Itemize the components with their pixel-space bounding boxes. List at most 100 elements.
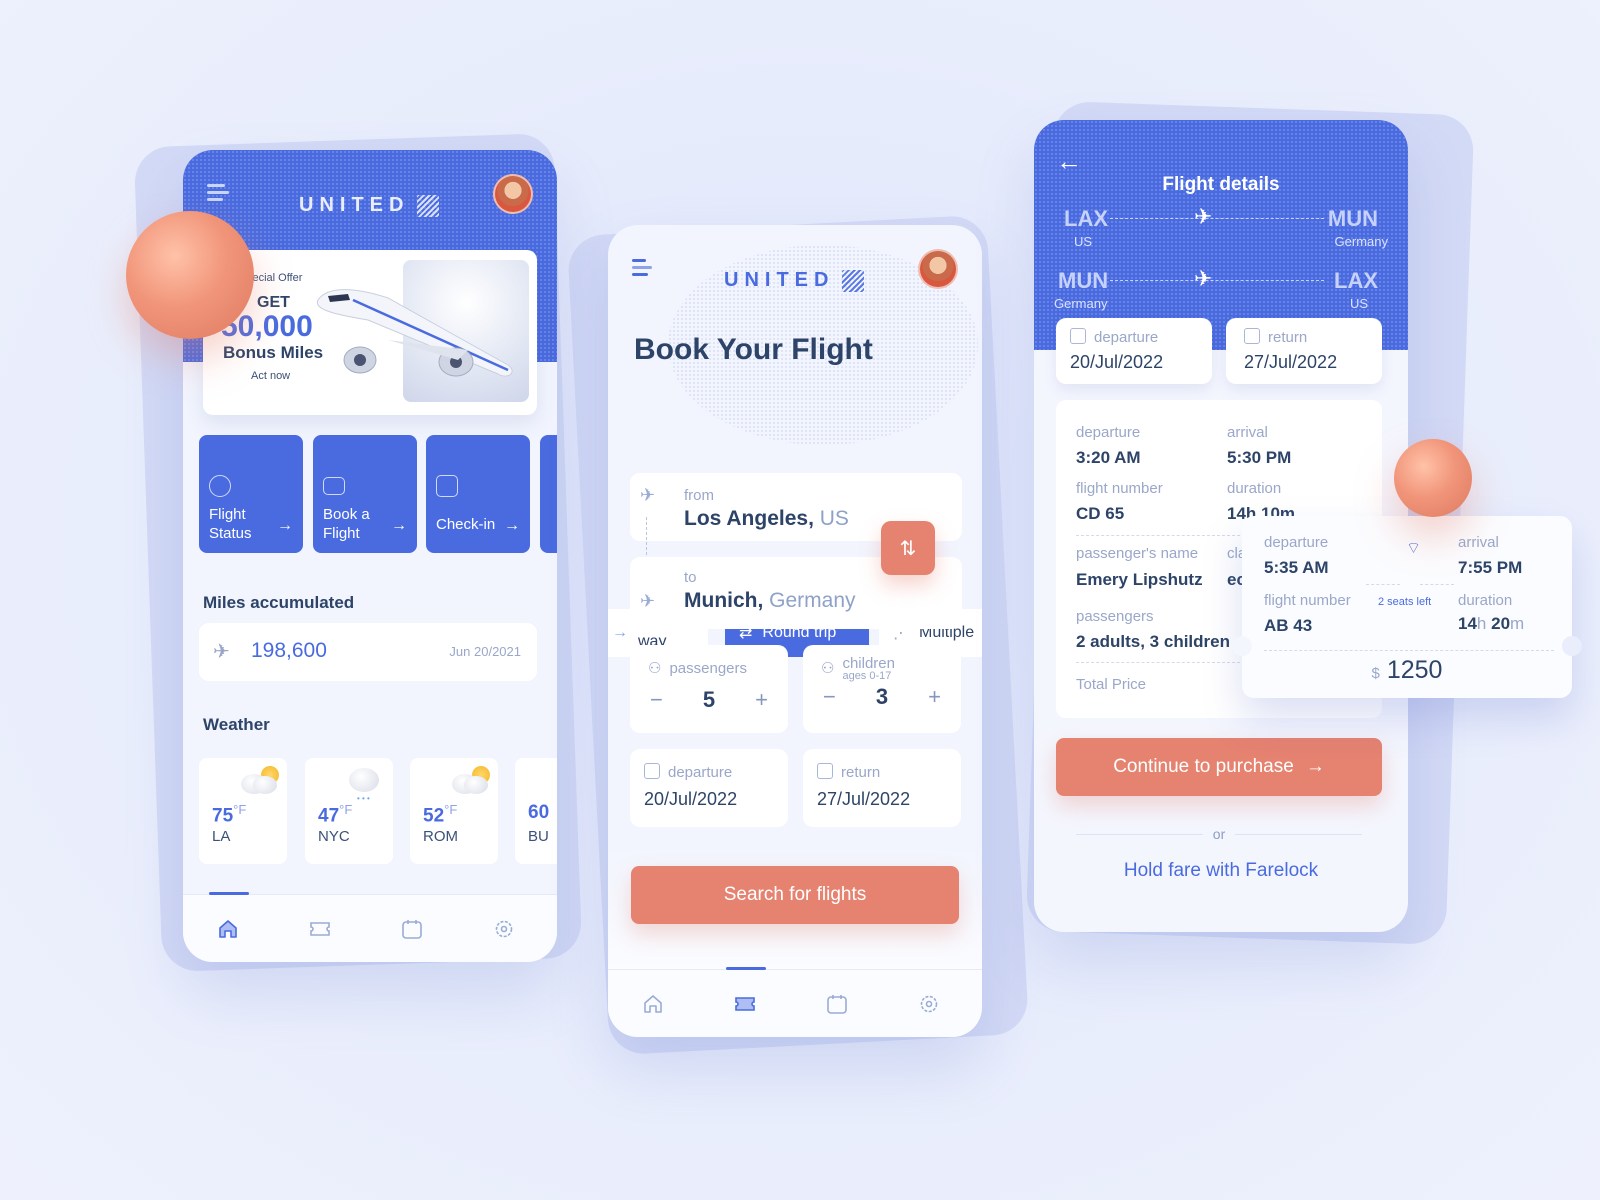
continue-to-purchase-button[interactable]: Continue to purchase → bbox=[1056, 738, 1382, 796]
origin-country: Germany bbox=[1054, 296, 1108, 311]
stepper: − 5 + bbox=[630, 687, 788, 713]
alt-flight-ticket[interactable]: departure 5:35 AM ⌔ arrival 7:55 PM flig… bbox=[1232, 516, 1582, 698]
weather-card[interactable]: • • • 47°F NYC bbox=[305, 758, 393, 864]
booking-screen: UNITED Book Your Flight →One-way ⇄Round … bbox=[608, 225, 982, 1037]
increment-button[interactable]: + bbox=[755, 687, 768, 713]
tile-label-line1: Book a bbox=[323, 506, 370, 523]
miles-card[interactable]: ✈ 198,600 Jun 20/2021 bbox=[199, 623, 537, 681]
decorative-sphere bbox=[1394, 439, 1472, 517]
or-divider: or bbox=[1076, 826, 1363, 842]
return-date-field[interactable]: return 27/Jul/2022 bbox=[1226, 318, 1382, 384]
home-icon[interactable] bbox=[641, 992, 665, 1016]
calendar-icon bbox=[817, 763, 833, 779]
route-return: MUN Germany ✈ LAX US bbox=[1054, 266, 1388, 316]
search-flights-button[interactable]: Search for flights bbox=[631, 866, 959, 924]
duration-value: 14h 20m bbox=[1458, 614, 1524, 634]
weather-temp: 47°F bbox=[318, 802, 352, 827]
return-date-field[interactable]: return 27/Jul/2022 bbox=[803, 749, 961, 827]
active-indicator bbox=[726, 967, 766, 970]
swap-locations-button[interactable]: ⇅ bbox=[881, 521, 935, 575]
decorative-sphere bbox=[126, 211, 254, 339]
airplane-icon: ✈ bbox=[1194, 266, 1213, 291]
temp-value: 52 bbox=[423, 805, 445, 827]
ticket-icon[interactable] bbox=[308, 917, 332, 941]
airplane-icon: ✈ bbox=[1194, 204, 1213, 229]
children-sublabel: ages 0-17 bbox=[842, 670, 892, 682]
or-label: or bbox=[1212, 826, 1226, 842]
passengers-value: 5 bbox=[702, 687, 716, 712]
partly-sunny-icon bbox=[450, 766, 490, 796]
passengers-stepper: ⚇ passengers − 5 + bbox=[630, 645, 788, 733]
home-icon[interactable] bbox=[216, 917, 240, 941]
back-arrow-icon[interactable]: ← bbox=[1056, 146, 1082, 177]
check-in-tile[interactable]: Check-in → bbox=[426, 435, 530, 553]
arrival-time: 5:30 PM bbox=[1227, 448, 1292, 467]
from-country: US bbox=[819, 507, 849, 530]
duration-label: duration bbox=[1458, 592, 1513, 609]
children-value: 3 bbox=[875, 684, 889, 709]
avatar[interactable] bbox=[918, 249, 958, 289]
flight-number: CD 65 bbox=[1076, 504, 1125, 523]
ticket-notch-left bbox=[1232, 636, 1252, 656]
duration-hours: 14 bbox=[1458, 614, 1477, 633]
from-city: Los Angeles, bbox=[684, 507, 814, 530]
decrement-button[interactable]: − bbox=[823, 684, 836, 710]
calendar-icon bbox=[1244, 328, 1260, 344]
return-value: 27/Jul/2022 bbox=[817, 789, 911, 809]
flight-status-tile[interactable]: Flight Status → bbox=[199, 435, 303, 553]
settings-icon[interactable] bbox=[917, 992, 941, 1016]
tile-label-line2: Check-in bbox=[436, 516, 496, 533]
destination-code: LAX bbox=[1334, 268, 1378, 293]
departure-value: 20/Jul/2022 bbox=[1070, 352, 1164, 372]
calendar-icon[interactable] bbox=[400, 917, 424, 941]
increment-button[interactable]: + bbox=[928, 684, 941, 710]
menu-icon[interactable] bbox=[632, 259, 654, 280]
seats-left-badge: 2 seats left bbox=[1378, 596, 1432, 608]
route-dashes bbox=[1110, 280, 1324, 281]
menu-icon[interactable] bbox=[207, 184, 229, 205]
tile-label: Book a Flight bbox=[323, 505, 370, 543]
weather-city: LA bbox=[212, 828, 231, 845]
takeoff-icon: ✈ bbox=[640, 485, 656, 505]
weather-card[interactable]: 75°F LA bbox=[199, 758, 287, 864]
united-logo: UNITED bbox=[299, 194, 440, 217]
departure-date-field[interactable]: departure 20/Jul/2022 bbox=[630, 749, 788, 827]
weather-card[interactable]: 52°F ROM bbox=[410, 758, 498, 864]
divider bbox=[1366, 584, 1400, 585]
tile-label-line1: Flight bbox=[209, 506, 246, 523]
settings-icon[interactable] bbox=[492, 917, 516, 941]
flight-number-label: flight number bbox=[1264, 592, 1351, 609]
weather-city: BU bbox=[528, 828, 549, 845]
duration-label: duration bbox=[1227, 480, 1282, 497]
button-label: Continue to purchase bbox=[1113, 756, 1294, 777]
miles-title: Miles accumulated bbox=[203, 593, 355, 612]
divider bbox=[1264, 650, 1554, 651]
return-value: 27/Jul/2022 bbox=[1244, 352, 1338, 372]
route-outbound: LAX US ✈ MUN Germany bbox=[1054, 204, 1388, 254]
to-label: to bbox=[684, 569, 697, 586]
weather-city: NYC bbox=[318, 828, 350, 845]
departure-label: departure bbox=[1094, 329, 1159, 346]
from-label: from bbox=[684, 487, 714, 504]
farelock-link[interactable]: Hold fare with Farelock bbox=[1034, 860, 1408, 882]
more-tile[interactable] bbox=[540, 435, 557, 553]
destination-code: MUN bbox=[1327, 206, 1378, 231]
route-dashes bbox=[1110, 218, 1324, 219]
wifi-icon: ⌔ bbox=[1406, 540, 1422, 557]
logo-text: UNITED bbox=[724, 269, 835, 291]
departure-date-field[interactable]: departure 20/Jul/2022 bbox=[1056, 318, 1212, 384]
decrement-button[interactable]: − bbox=[650, 687, 663, 713]
minutes-unit: m bbox=[1510, 614, 1525, 633]
departure-value: 20/Jul/2022 bbox=[644, 789, 738, 809]
avatar[interactable] bbox=[493, 174, 533, 214]
weather-card[interactable]: 60 BU bbox=[515, 758, 557, 864]
calendar-icon bbox=[1070, 328, 1086, 344]
ticket-icon[interactable] bbox=[733, 992, 757, 1016]
tile-label-line2: Status bbox=[209, 525, 252, 542]
calendar-icon[interactable] bbox=[825, 992, 849, 1016]
weather-temp: 60 bbox=[528, 802, 549, 824]
flight-number-label: flight number bbox=[1076, 480, 1163, 497]
temp-value: 47 bbox=[318, 805, 340, 827]
promo-cta[interactable]: Act now bbox=[251, 370, 290, 382]
book-flight-tile[interactable]: Book a Flight → bbox=[313, 435, 417, 553]
